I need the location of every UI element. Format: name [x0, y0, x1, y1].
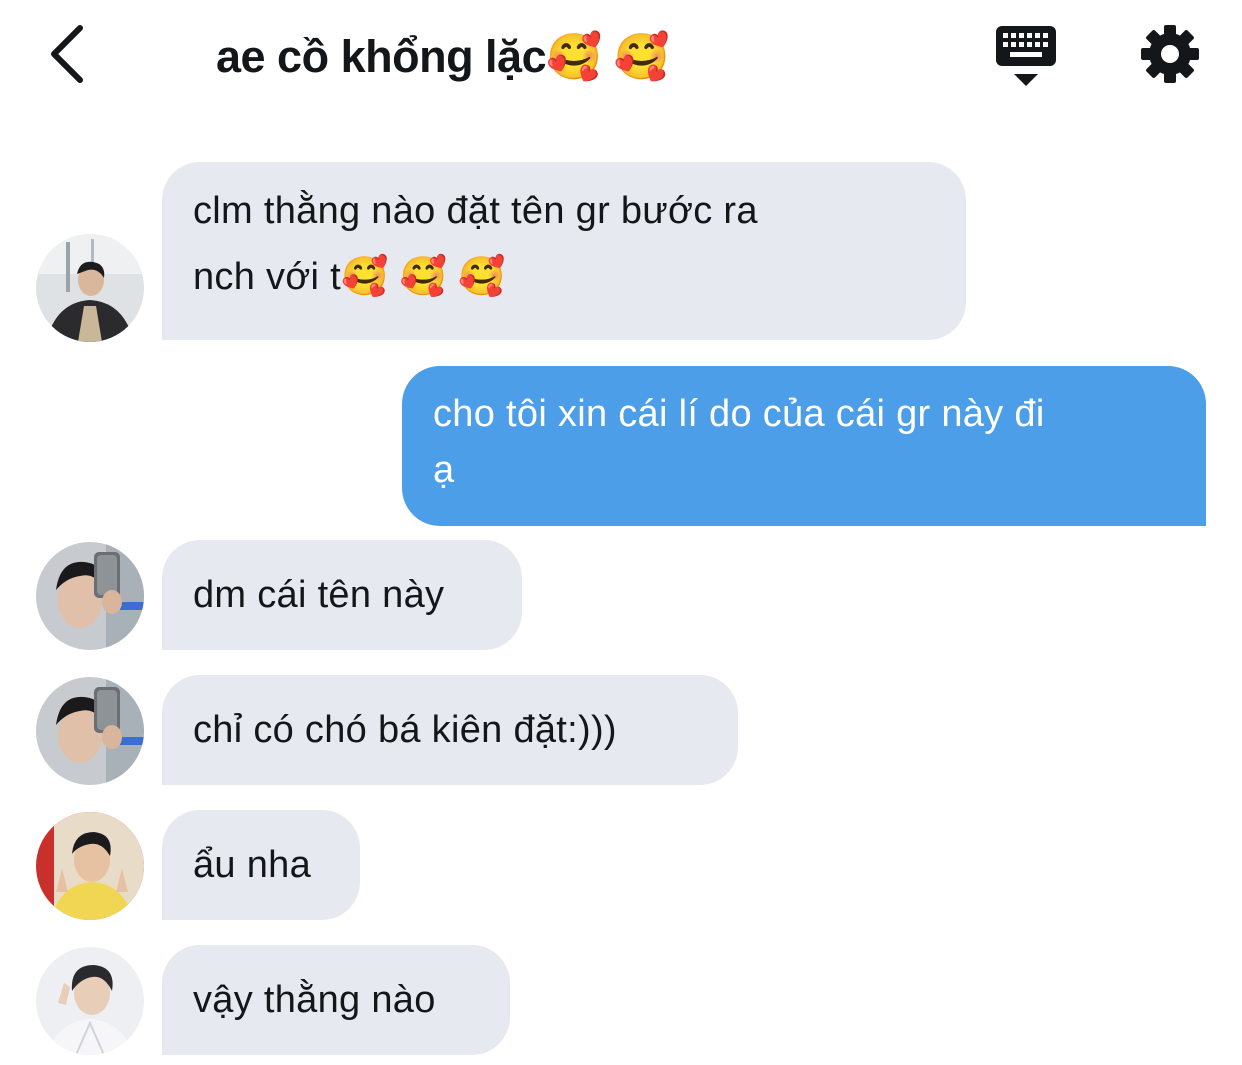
conversation-title[interactable]: ae cồ khổng lặc🥰 🥰 [216, 30, 670, 83]
avatar[interactable] [36, 947, 144, 1055]
chevron-left-icon [51, 25, 83, 83]
message-text: chỉ có chó bá kiên đặt:))) [193, 709, 617, 751]
message-text: dm cái tên này [193, 574, 445, 616]
message-text: vậy thằng nào [193, 979, 436, 1021]
avatar[interactable] [36, 812, 144, 920]
keyboard-button[interactable] [994, 24, 1058, 88]
user-photo-3 [36, 812, 144, 920]
message-bubble-incoming[interactable]: clm thằng nào đặt tên gr bước ra nch với… [162, 162, 966, 340]
user-photo-2 [36, 542, 144, 650]
message-bubble-incoming[interactable]: chỉ có chó bá kiên đặt:))) [162, 675, 738, 785]
user-photo-1 [36, 234, 144, 342]
message-bubble-incoming[interactable]: vậy thằng nào [162, 945, 510, 1055]
message-text: ạ [433, 449, 455, 491]
back-button[interactable] [44, 22, 94, 86]
chat-header: ae cồ khổng lặc🥰 🥰 [0, 0, 1242, 120]
keyboard-icon [996, 26, 1056, 86]
avatar[interactable] [36, 542, 144, 650]
message-text: cho tôi xin cái lí do của cái gr này đi [433, 393, 1045, 435]
message-text: clm thằng nào đặt tên gr bước ra [193, 190, 758, 232]
message-bubble-incoming[interactable]: dm cái tên này [162, 540, 522, 650]
message-bubble-incoming[interactable]: ẩu nha [162, 810, 360, 920]
message-bubble-outgoing[interactable]: cho tôi xin cái lí do của cái gr này đi … [402, 366, 1206, 526]
message-text: ẩu nha [193, 844, 312, 886]
avatar[interactable] [36, 677, 144, 785]
settings-button[interactable] [1140, 24, 1200, 84]
message-text: nch với t🥰 🥰 🥰 [193, 256, 506, 298]
user-photo-4 [36, 947, 144, 1055]
user-photo-2 [36, 677, 144, 785]
gear-icon [1141, 25, 1199, 83]
avatar[interactable] [36, 234, 144, 342]
